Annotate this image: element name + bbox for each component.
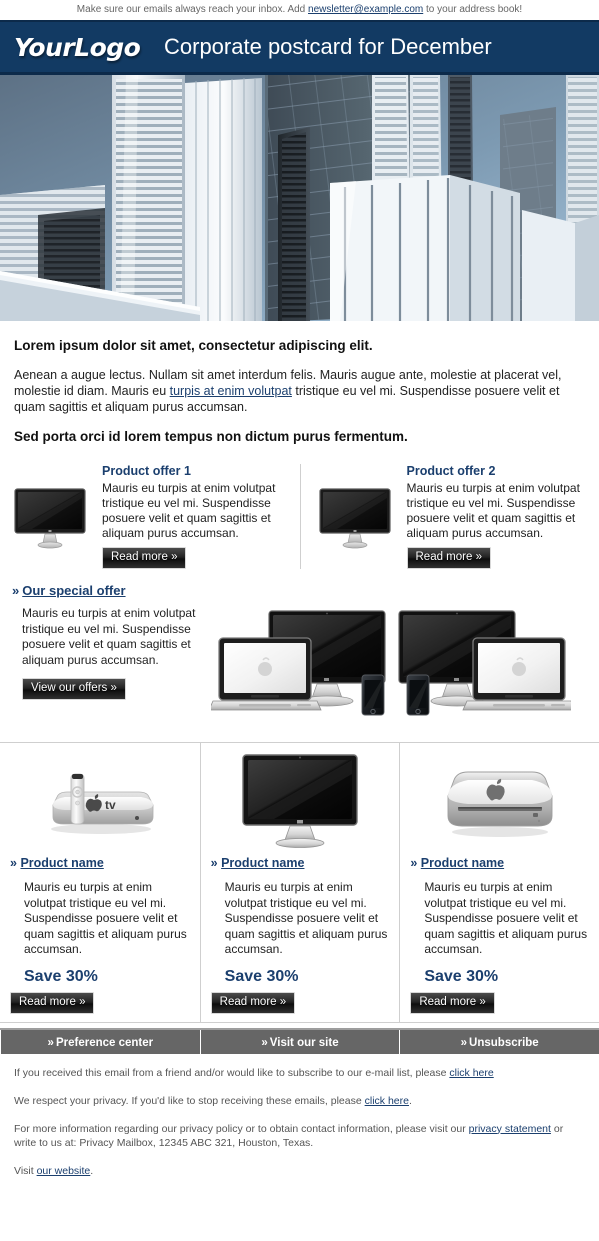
- imac-display-icon: [14, 464, 92, 569]
- special-offer-text: Mauris eu turpis at enim volutpat tristi…: [22, 606, 196, 667]
- offer-read-more-button-1[interactable]: Read more »: [102, 547, 187, 569]
- product-name-heading-3: » Product name: [410, 856, 589, 870]
- chevron-right-icon: »: [460, 1036, 468, 1049]
- offer-title-1: Product offer 1: [102, 464, 191, 478]
- product-name-link-2[interactable]: Product name: [221, 856, 304, 870]
- page-title: Corporate postcard for December: [164, 34, 492, 59]
- product-name-heading-2: » Product name: [211, 856, 390, 870]
- legal-1-before: If you received this email from a friend…: [14, 1066, 450, 1079]
- product-name-link-3[interactable]: Product name: [421, 856, 504, 870]
- hero-image: [0, 75, 599, 322]
- product-read-more-button-2[interactable]: Read more »: [210, 991, 296, 1014]
- chevron-right-icon: »: [410, 856, 418, 870]
- intro-inline-link[interactable]: turpis at enim volutpat: [170, 384, 292, 398]
- product-name-heading-1: » Product name: [10, 856, 190, 870]
- footer-link-unsubscribe[interactable]: » Unsubscribe: [400, 1030, 599, 1054]
- product-save-badge-3: Save 30%: [424, 967, 499, 985]
- products-section: tv » Product name Mauris eu turpis at en…: [0, 743, 599, 1022]
- legal-section: If you received this email from a friend…: [0, 1054, 599, 1202]
- legal-4-after: .: [90, 1164, 94, 1177]
- imac-display-icon: [318, 464, 397, 569]
- cinema-display-icon: [211, 753, 390, 848]
- offer-text-1: Mauris eu turpis at enim volutpat tristi…: [102, 481, 276, 540]
- product-text-3: Mauris eu turpis at enim volutpat tristi…: [424, 880, 588, 956]
- footer-link-preference-center[interactable]: » Preference center: [0, 1029, 201, 1054]
- footer-link-visit-our-site[interactable]: » Visit our site: [201, 1029, 401, 1054]
- preheader-text-after: to your address book!: [423, 4, 523, 15]
- footer-navigation: » Preference center » Visit our site » Unsu…: [0, 1027, 599, 1054]
- offer-body-1: Product offer 1 Mauris eu turpis at enim…: [92, 464, 290, 569]
- legal-line-2: We respect your privacy. If you'd like t…: [14, 1094, 585, 1108]
- chevron-right-icon: »: [47, 1036, 54, 1049]
- offer-read-more-button-2[interactable]: Read more »: [406, 547, 491, 569]
- chevron-right-icon: »: [261, 1036, 268, 1049]
- product-offers-section: Product offer 1 Mauris eu turpis at enim…: [0, 452, 599, 577]
- chevron-right-icon: »: [12, 583, 20, 598]
- product-read-more-button-1[interactable]: Read more »: [10, 991, 95, 1014]
- our-website-link[interactable]: our website: [37, 1165, 91, 1177]
- legal-3-before: For more information regarding our priva…: [14, 1122, 469, 1135]
- legal-4-before: Visit: [14, 1164, 37, 1177]
- intro-section: Lorem ipsum dolor sit amet, consectetur …: [0, 322, 599, 452]
- product-name-link-1[interactable]: Product name: [20, 856, 103, 870]
- view-our-offers-button[interactable]: View our offers »: [22, 678, 126, 700]
- brand-logo[interactable]: YourLogo: [0, 33, 150, 62]
- mac-mini-icon: [410, 753, 589, 848]
- product-save-badge-2: Save 30%: [224, 967, 299, 985]
- special-offer-text-block: Mauris eu turpis at enim volutpat tristi…: [0, 606, 205, 724]
- intro-subheading: Sed porta orci id lorem tempus non dictu…: [14, 429, 408, 444]
- legal-2-after: .: [408, 1094, 412, 1107]
- preheader-text-before: Make sure our emails always reach your i…: [76, 4, 309, 15]
- chevron-right-icon: »: [10, 856, 17, 870]
- offer-title-2: Product offer 2: [406, 464, 496, 478]
- footer-link-label-1: Preference center: [55, 1036, 154, 1049]
- legal-line-4: Visit our website.: [14, 1164, 585, 1178]
- product-text-1: Mauris eu turpis at enim volutpat tristi…: [24, 880, 187, 956]
- footer-link-label-3: Unsubscribe: [469, 1036, 539, 1049]
- unsubscribe-click-here-link[interactable]: click here: [365, 1095, 409, 1107]
- product-read-more-button-3[interactable]: Read more »: [410, 991, 495, 1014]
- devices-lineup-photo: [205, 606, 599, 724]
- apple-tv-icon: tv: [10, 753, 190, 848]
- city-skyscrapers-photo: [0, 75, 599, 321]
- legal-2-before: We respect your privacy. If you'd like t…: [14, 1094, 365, 1107]
- product-text-2: Mauris eu turpis at enim volutpat tristi…: [224, 880, 388, 956]
- product-card-1: tv » Product name Mauris eu turpis at en…: [0, 743, 200, 1022]
- intro-paragraph: Aenean a augue lectus. Nullam sit amet i…: [14, 367, 585, 415]
- special-offer-section: » Our special offer Mauris eu turpis at e…: [0, 577, 599, 734]
- product-card-2: » Product name Mauris eu turpis at enim …: [199, 743, 400, 1022]
- offer-text-2: Mauris eu turpis at enim volutpat tristi…: [406, 481, 580, 540]
- offer-card-1: Product offer 1 Mauris eu turpis at enim…: [0, 464, 300, 569]
- svg-text:tv: tv: [105, 798, 116, 812]
- offer-card-2: Product offer 2 Mauris eu turpis at enim…: [299, 464, 599, 569]
- special-offer-heading: » Our special offer: [0, 583, 599, 606]
- special-offer-link[interactable]: Our special offer: [22, 583, 125, 598]
- product-card-3: » Product name Mauris eu turpis at enim …: [399, 743, 599, 1022]
- preheader-email-link[interactable]: newsletter@example.com: [308, 4, 423, 15]
- privacy-statement-link[interactable]: privacy statement: [469, 1123, 551, 1135]
- intro-heading: Lorem ipsum dolor sit amet, consectetur …: [14, 338, 373, 353]
- product-save-badge-1: Save 30%: [24, 967, 98, 985]
- email-header: YourLogo Corporate postcard for December: [0, 20, 599, 75]
- offer-body-2: Product offer 2 Mauris eu turpis at enim…: [397, 464, 590, 569]
- subscribe-click-here-link[interactable]: click here: [449, 1067, 493, 1079]
- preheader: Make sure our emails always reach your i…: [0, 0, 599, 20]
- chevron-right-icon: »: [210, 856, 218, 870]
- footer-link-label-2: Visit our site: [269, 1036, 339, 1049]
- legal-line-3: For more information regarding our priva…: [14, 1122, 585, 1150]
- legal-line-1: If you received this email from a friend…: [14, 1066, 585, 1080]
